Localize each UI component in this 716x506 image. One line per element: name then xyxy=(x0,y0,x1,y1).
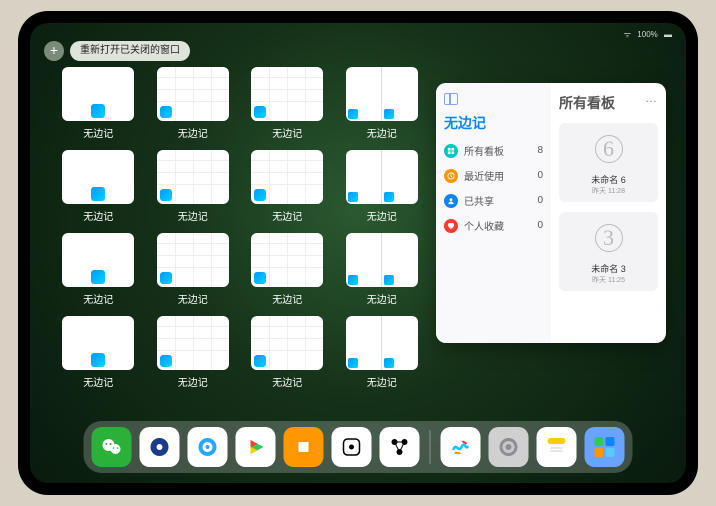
battery-pct: 100% xyxy=(637,30,657,39)
sidebar-item-label: 最近使用 xyxy=(464,168,504,183)
dock-app-folder[interactable] xyxy=(585,427,625,467)
board-title: 未命名 6 xyxy=(565,173,652,186)
window-thumbnail[interactable]: 无边记 xyxy=(60,316,137,389)
panel-right-title: 所有看板 xyxy=(559,93,658,113)
dock-app-nodes[interactable] xyxy=(380,427,420,467)
dock-app-books[interactable] xyxy=(284,427,324,467)
window-thumbnail[interactable]: 无边记 xyxy=(344,316,421,389)
window-thumbnail[interactable]: 无边记 xyxy=(60,233,137,306)
more-icon[interactable]: … xyxy=(645,91,658,105)
window-thumbnail[interactable]: 无边记 xyxy=(60,67,137,140)
dock-app-dice[interactable] xyxy=(332,427,372,467)
dock xyxy=(84,421,633,473)
new-window-button[interactable]: + xyxy=(44,41,64,61)
sidebar-item[interactable]: 个人收藏 0 xyxy=(444,218,543,233)
window-thumbnail[interactable]: 无边记 xyxy=(249,316,326,389)
window-thumbnail[interactable]: 无边记 xyxy=(344,67,421,140)
sidebar-item-label: 已共享 xyxy=(464,193,494,208)
window-label: 无边记 xyxy=(367,374,397,389)
window-label: 无边记 xyxy=(367,291,397,306)
window-thumbnail[interactable]: 无边记 xyxy=(249,233,326,306)
board-card[interactable]: 6 未命名 6昨天 11:28 xyxy=(559,123,658,202)
window-thumbnail[interactable]: 无边记 xyxy=(249,67,326,140)
window-label: 无边记 xyxy=(83,125,113,140)
window-label: 无边记 xyxy=(83,291,113,306)
window-label: 无边记 xyxy=(272,291,302,306)
dock-app-notes[interactable] xyxy=(537,427,577,467)
grid-icon xyxy=(444,144,458,158)
window-label: 无边记 xyxy=(272,374,302,389)
board-preview: 3 xyxy=(585,218,633,258)
sidebar-item-count: 0 xyxy=(537,170,543,181)
window-thumbnail[interactable]: 无边记 xyxy=(60,150,137,223)
board-subtitle: 昨天 11:25 xyxy=(565,275,652,285)
window-label: 无边记 xyxy=(178,208,208,223)
window-thumbnail[interactable]: 无边记 xyxy=(344,233,421,306)
sidebar-item[interactable]: 已共享 0 xyxy=(444,193,543,208)
status-right: ᯤ 100% ▬ xyxy=(620,29,672,40)
window-label: 无边记 xyxy=(178,374,208,389)
ipad-frame: ᯤ 100% ▬ + 重新打开已关闭的窗口 无边记无边记无边记无边记无边记无边记… xyxy=(18,11,698,495)
panel-left-title: 无边记 xyxy=(444,113,543,133)
dock-app-settings[interactable] xyxy=(489,427,529,467)
sidebar-item-label: 所有看板 xyxy=(464,143,504,158)
sidebar-item-count: 0 xyxy=(537,220,543,231)
board-subtitle: 昨天 11:28 xyxy=(565,186,652,196)
wifi-icon: ᯤ xyxy=(624,30,631,39)
screen: ᯤ 100% ▬ + 重新打开已关闭的窗口 无边记无边记无边记无边记无边记无边记… xyxy=(30,23,686,483)
panel-sidebar: 无边记 所有看板 8 最近使用 0 已共享 0 个人收藏 0 xyxy=(436,83,551,343)
window-thumbnail[interactable]: 无边记 xyxy=(155,67,232,140)
dock-separator xyxy=(430,430,431,464)
sidebar-item[interactable]: 所有看板 8 xyxy=(444,143,543,158)
status-bar: ᯤ 100% ▬ xyxy=(30,27,686,41)
heart-icon xyxy=(444,219,458,233)
clock-icon xyxy=(444,169,458,183)
window-thumbnail[interactable]: 无边记 xyxy=(155,150,232,223)
board-preview: 6 xyxy=(585,129,633,169)
window-thumbnail[interactable]: 无边记 xyxy=(155,233,232,306)
window-label: 无边记 xyxy=(83,208,113,223)
sidebar-item-count: 8 xyxy=(537,145,543,156)
window-label: 无边记 xyxy=(178,291,208,306)
window-thumbnail[interactable]: 无边记 xyxy=(249,150,326,223)
freeform-panel[interactable]: 无边记 所有看板8最近使用0已共享0个人收藏0 … 所有看板 6未命名 6昨天 … xyxy=(436,83,666,343)
top-bar: + 重新打开已关闭的窗口 xyxy=(44,41,190,61)
app-switcher-grid: 无边记无边记无边记无边记无边记无边记无边记无边记无边记无边记无边记无边记无边记无… xyxy=(60,67,420,389)
sidebar-toggle-icon[interactable] xyxy=(444,93,458,105)
window-label: 无边记 xyxy=(367,125,397,140)
dock-app-wechat[interactable] xyxy=(92,427,132,467)
battery-icon: ▬ xyxy=(664,30,672,39)
window-label: 无边记 xyxy=(272,208,302,223)
panel-boards: … 所有看板 6 未命名 6昨天 11:28 3 未命名 3昨天 11:25 xyxy=(551,83,666,343)
board-title: 未命名 3 xyxy=(565,262,652,275)
window-label: 无边记 xyxy=(367,208,397,223)
dock-app-browser[interactable] xyxy=(188,427,228,467)
window-label: 无边记 xyxy=(272,125,302,140)
sidebar-item-count: 0 xyxy=(537,195,543,206)
window-label: 无边记 xyxy=(83,374,113,389)
dock-app-video[interactable] xyxy=(140,427,180,467)
window-thumbnail[interactable]: 无边记 xyxy=(155,316,232,389)
reopen-closed-button[interactable]: 重新打开已关闭的窗口 xyxy=(70,41,190,61)
dock-app-freeform[interactable] xyxy=(441,427,481,467)
sidebar-item[interactable]: 最近使用 0 xyxy=(444,168,543,183)
board-card[interactable]: 3 未命名 3昨天 11:25 xyxy=(559,212,658,291)
window-thumbnail[interactable]: 无边记 xyxy=(344,150,421,223)
person-icon xyxy=(444,194,458,208)
sidebar-item-label: 个人收藏 xyxy=(464,218,504,233)
window-label: 无边记 xyxy=(178,125,208,140)
dock-app-play[interactable] xyxy=(236,427,276,467)
